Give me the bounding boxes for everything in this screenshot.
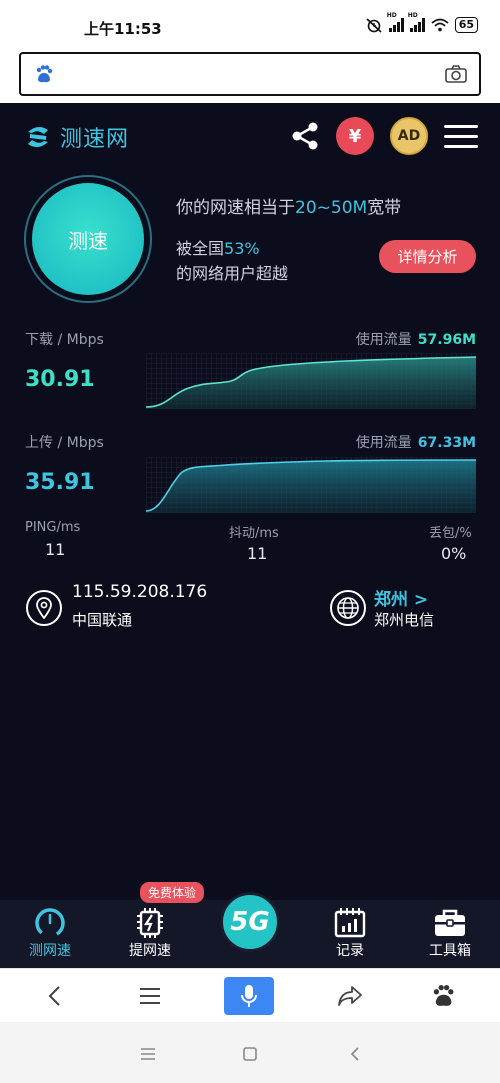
- loss-label: 丢包/%: [429, 526, 472, 541]
- upload-usage: 使用流量 67.33M: [355, 435, 476, 451]
- ping-value: 11: [45, 540, 66, 559]
- ranking-text: 被全国53% 的网络用户超越: [176, 239, 289, 283]
- app-tab-bar: 测网速 免费体验 提网速 5G 记录 工具箱: [0, 882, 500, 968]
- signal-1-icon: HD: [387, 12, 404, 32]
- voice-search-button[interactable]: [224, 977, 274, 1015]
- download-speed-value: 30.91: [25, 367, 95, 392]
- server-isp: 郑州电信: [374, 611, 435, 629]
- logo-icon: [28, 126, 48, 148]
- upload-label: 上传 / Mbps: [25, 435, 104, 451]
- logo-text: 测速网: [60, 127, 130, 152]
- status-bar: 上午11:53 HD HD 65: [0, 0, 500, 50]
- browser-toolbar: [0, 968, 500, 1022]
- speedtest-app: 测速网 ¥ AD 测速 你的网速相当于20~50M宽带 被全国53% 的网络用户…: [0, 103, 500, 900]
- wifi-icon: [431, 18, 449, 32]
- download-usage: 使用流量 57.96M: [355, 332, 476, 348]
- ad-coin-button[interactable]: AD: [390, 117, 428, 155]
- tab-tools[interactable]: 工具箱: [415, 906, 485, 960]
- share-forward-button[interactable]: [325, 977, 375, 1015]
- server-city-link[interactable]: 郑州 >: [374, 585, 428, 610]
- chip-icon: [133, 906, 167, 940]
- loss-value: 0%: [441, 544, 467, 563]
- isp-name: 中国联通: [72, 611, 133, 629]
- download-chart: [146, 353, 476, 409]
- baidu-paw-icon: [433, 984, 454, 1006]
- forward-share-icon: [338, 986, 362, 1006]
- speedometer-icon: [33, 906, 67, 940]
- detail-analysis-button[interactable]: 详情分析: [379, 240, 476, 273]
- signal-2-icon: HD: [408, 12, 425, 32]
- ip-address: 115.59.208.176: [72, 582, 208, 602]
- baidu-home-button[interactable]: [418, 977, 468, 1015]
- share-icon[interactable]: [290, 121, 320, 151]
- upload-chart: [146, 457, 476, 513]
- home-square-icon: [243, 1047, 257, 1061]
- hamburger-icon: [140, 988, 160, 1004]
- records-icon: [333, 906, 367, 940]
- yen-coin-button[interactable]: ¥: [336, 117, 374, 155]
- tab-boost[interactable]: 提网速: [115, 906, 185, 960]
- system-back-button[interactable]: [343, 1042, 367, 1066]
- app-logo: 测速网: [24, 121, 129, 153]
- back-button[interactable]: [29, 977, 79, 1015]
- status-time: 上午11:53: [84, 20, 162, 38]
- header-actions: ¥ AD: [290, 117, 478, 155]
- start-test-button[interactable]: 测速: [32, 183, 144, 295]
- speedtest-ring: 测速: [24, 175, 152, 303]
- recents-icon: [141, 1048, 155, 1060]
- chevron-left-icon: [350, 1047, 359, 1061]
- toolbox-icon: [433, 906, 467, 940]
- location-pin-icon: [26, 590, 62, 626]
- home-button[interactable]: [238, 1042, 262, 1066]
- tab-records[interactable]: 记录: [315, 906, 385, 960]
- globe-icon: [330, 590, 366, 626]
- menu-icon[interactable]: [444, 124, 478, 148]
- upload-speed-value: 35.91: [25, 470, 95, 495]
- bandwidth-equivalent: 你的网速相当于20~50M宽带: [176, 198, 402, 218]
- menu-button[interactable]: [125, 977, 175, 1015]
- jitter-label: 抖动/ms: [229, 526, 279, 541]
- microphone-icon: [241, 985, 257, 1007]
- status-icons: HD HD 65: [365, 12, 478, 33]
- ping-label: PING/ms: [25, 520, 81, 535]
- 5g-center-button[interactable]: 5G: [220, 892, 280, 952]
- recents-button[interactable]: [136, 1042, 160, 1066]
- battery-icon: 65: [454, 17, 478, 33]
- free-trial-badge: 免费体验: [140, 882, 205, 903]
- alarm-off-icon: [366, 18, 382, 33]
- jitter-value: 11: [247, 544, 268, 563]
- chevron-left-icon: [48, 986, 60, 1006]
- address-bar[interactable]: [19, 52, 481, 96]
- download-label: 下载 / Mbps: [25, 332, 104, 348]
- baidu-paw-icon: [36, 65, 53, 83]
- system-nav-bar: [0, 1022, 500, 1083]
- tab-speedtest[interactable]: 测网速: [15, 906, 85, 960]
- camera-icon[interactable]: [445, 64, 467, 84]
